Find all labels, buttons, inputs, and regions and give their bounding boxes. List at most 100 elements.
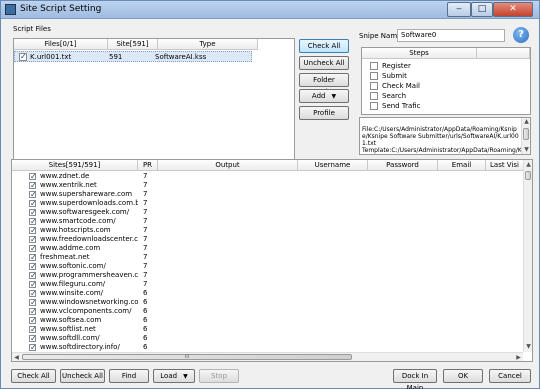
site-pr: 6	[143, 289, 148, 297]
row-checkbox[interactable]	[29, 208, 37, 217]
dock-in-main-button[interactable]: Dock In Main	[393, 369, 437, 389]
row-checkbox[interactable]	[29, 244, 37, 253]
title-bar[interactable]: Site Script Setting ‒ □ ✕	[1, 1, 539, 19]
table-row[interactable]: www.softonic.com/7	[12, 262, 522, 271]
scroll-down-icon[interactable]: ▼	[522, 146, 530, 153]
step-checkbox[interactable]	[370, 82, 378, 90]
row-checkbox[interactable]	[29, 190, 37, 199]
hscroll-thumb[interactable]: III	[22, 354, 352, 360]
table-row[interactable]: www.supershareware.com 7	[12, 190, 522, 199]
row-checkbox[interactable]	[29, 217, 37, 226]
scroll-down-icon[interactable]: ▼	[524, 343, 532, 350]
table-row[interactable]: www.fileguru.com/7	[12, 280, 522, 289]
uncheck-all-button[interactable]: Uncheck All	[299, 56, 349, 70]
row-checkbox[interactable]	[29, 316, 37, 325]
ok-button[interactable]: OK	[443, 369, 483, 383]
site-url: www.superdownloads.com.br	[40, 199, 138, 207]
table-row[interactable]: www.smartcode.com/7	[12, 217, 522, 226]
row-checkbox[interactable]	[29, 172, 37, 181]
scroll-thumb[interactable]	[525, 171, 531, 180]
row-checkbox[interactable]	[29, 181, 37, 190]
snipe-name-input[interactable]: Software0	[397, 29, 505, 42]
row-checkbox[interactable]	[29, 334, 37, 343]
col-last-visit[interactable]: Last Visi	[486, 160, 524, 171]
row-checkbox[interactable]	[29, 343, 37, 352]
col-email[interactable]: Email	[438, 160, 486, 171]
row-checkbox[interactable]	[29, 235, 37, 244]
table-row[interactable]: freshmeat.net 7	[12, 253, 522, 262]
table-row[interactable]: www.softdirectory.info/6	[12, 343, 522, 352]
close-button[interactable]: ✕	[493, 2, 533, 17]
col-username[interactable]: Username	[298, 160, 368, 171]
info-scrollbar[interactable]: ▲ ▼	[521, 118, 530, 154]
folder-setting-button[interactable]: Folder Setting	[299, 73, 349, 96]
site-pr: 7	[143, 172, 148, 180]
row-checkbox[interactable]	[29, 262, 37, 271]
row-checkbox[interactable]	[29, 199, 37, 208]
table-row[interactable]: www.softsea.com 6	[12, 316, 522, 325]
table-row[interactable]: www.zdnet.de 7	[12, 172, 522, 181]
col-output[interactable]: Output	[158, 160, 298, 171]
table-row[interactable]: www.winsite.com/6	[12, 289, 522, 298]
row-checkbox[interactable]	[29, 298, 37, 307]
site-pr: 7	[143, 253, 148, 261]
col-password[interactable]: Password	[368, 160, 438, 171]
profile-button[interactable]: Profile	[299, 106, 349, 120]
find-button[interactable]: Find	[109, 369, 149, 383]
site-url: www.softonic.com/	[40, 262, 106, 270]
table-row[interactable]: www.addme.com 7	[12, 244, 522, 253]
col-sites[interactable]: Sites[591/591]	[12, 160, 138, 171]
scroll-up-icon[interactable]: ▲	[524, 161, 532, 168]
table-row[interactable]: www.softwaresgeek.com/7	[12, 208, 522, 217]
table-row[interactable]: www.windowsnetworking.com 6	[12, 298, 522, 307]
scroll-up-icon[interactable]: ▲	[522, 118, 530, 125]
table-row[interactable]: www.softdll.com/6	[12, 334, 522, 343]
sites-hscrollbar[interactable]: ◀ III ▶	[12, 352, 523, 361]
minimize-button[interactable]: ‒	[447, 2, 471, 17]
load-button[interactable]: Load ▼	[153, 369, 195, 383]
row-checkbox[interactable]	[29, 253, 37, 262]
scroll-left-icon[interactable]: ◀	[12, 354, 21, 361]
stop-button[interactable]: Stop	[199, 369, 239, 383]
col-site[interactable]: Site[591]	[108, 39, 158, 50]
table-row[interactable]: www.programmersheaven.com 7	[12, 271, 522, 280]
step-checkbox[interactable]	[370, 72, 378, 80]
row-checkbox[interactable]	[29, 307, 37, 316]
col-files[interactable]: Files[0/1]	[14, 39, 108, 50]
table-row[interactable]: www.superdownloads.com.br 7	[12, 199, 522, 208]
step-checkbox[interactable]	[370, 102, 378, 110]
table-row[interactable]: K.url001.txt 591 SoftwareAI.kss	[14, 51, 252, 62]
script-files-label: Script Files	[13, 25, 51, 33]
table-row[interactable]: www.vclcomponents.com/6	[12, 307, 522, 316]
col-pr[interactable]: PR	[138, 160, 158, 171]
cancel-button[interactable]: Cancel	[489, 369, 531, 383]
row-checkbox[interactable]	[19, 52, 27, 61]
sites-table[interactable]: Sites[591/591] PR Output Username Passwo…	[11, 159, 533, 362]
scroll-thumb[interactable]	[523, 128, 529, 140]
table-row[interactable]: www.freedownloadscenter.com 7	[12, 235, 522, 244]
bottom-check-all-button[interactable]: Check All	[11, 369, 56, 383]
col-type[interactable]: Type	[158, 39, 258, 50]
file-info-textarea[interactable]: File:C:/Users/Administrator/AppData/Roam…	[359, 117, 531, 155]
maximize-button[interactable]: □	[471, 2, 493, 17]
check-all-button[interactable]: Check All	[299, 39, 349, 53]
help-icon[interactable]: ?	[513, 27, 529, 43]
scroll-right-icon[interactable]: ▶	[514, 354, 523, 361]
table-row[interactable]: www.xentrik.net 7	[12, 181, 522, 190]
script-files-table[interactable]: Files[0/1] Site[591] Type K.url001.txt 5…	[13, 38, 295, 168]
step-checkbox[interactable]	[370, 62, 378, 70]
row-checkbox[interactable]	[29, 226, 37, 235]
row-checkbox[interactable]	[29, 325, 37, 334]
table-row[interactable]: www.softlist.net 6	[12, 325, 522, 334]
bottom-uncheck-all-button[interactable]: Uncheck All	[60, 369, 105, 383]
add-button[interactable]: Add ▼	[299, 89, 349, 103]
row-checkbox[interactable]	[29, 271, 37, 280]
table-row[interactable]: www.hotscripts.com 7	[12, 226, 522, 235]
window-title: Site Script Setting	[20, 4, 102, 14]
row-checkbox[interactable]	[29, 289, 37, 298]
row-checkbox[interactable]	[29, 280, 37, 289]
site-url: www.zdnet.de	[40, 172, 90, 180]
sites-vscrollbar[interactable]: ▲ ▼	[523, 160, 532, 352]
client-area: Script Files Files[0/1] Site[591] Type K…	[3, 20, 537, 389]
step-checkbox[interactable]	[370, 92, 378, 100]
